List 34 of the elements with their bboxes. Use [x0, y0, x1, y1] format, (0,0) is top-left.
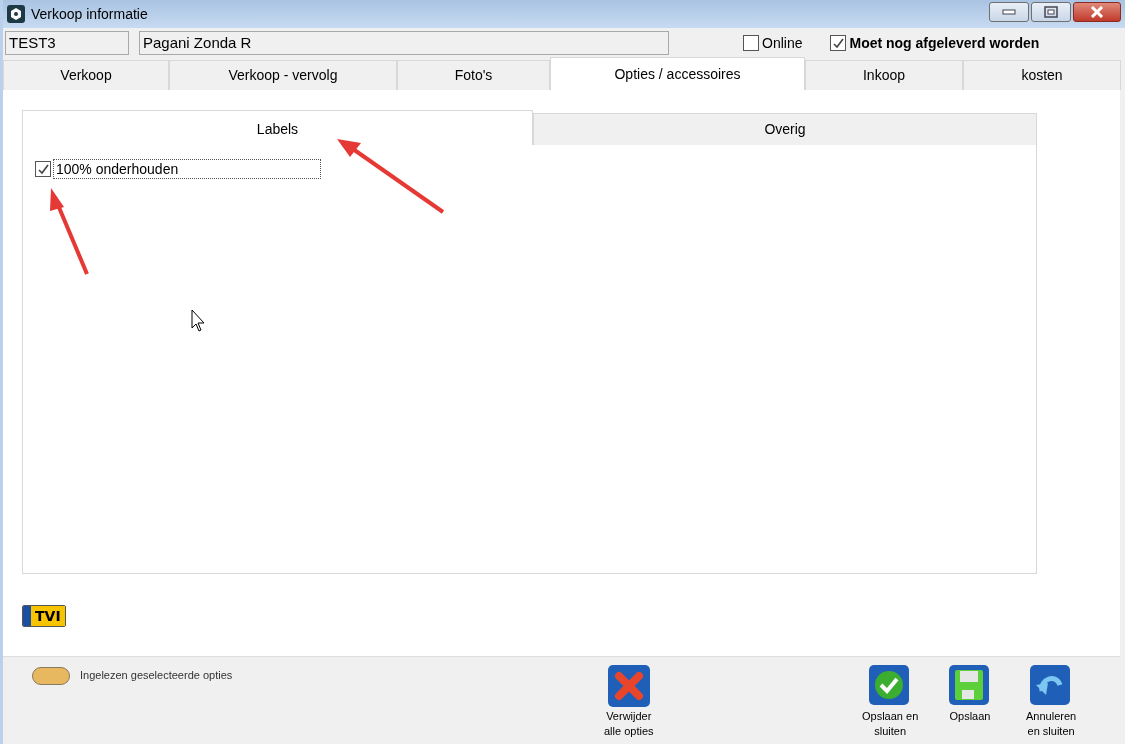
minimize-icon — [1002, 9, 1016, 15]
checkmark-icon — [869, 665, 912, 707]
minimize-button[interactable] — [989, 2, 1029, 22]
close-button[interactable] — [1073, 2, 1121, 22]
close-icon — [1090, 6, 1104, 18]
checkbox-label: Online — [762, 33, 803, 53]
code-field[interactable]: TEST3 — [5, 31, 129, 55]
tab[interactable]: Foto's — [397, 60, 550, 90]
window-title: Verkoop informatie — [31, 4, 148, 24]
legend-swatch — [32, 667, 70, 685]
tab[interactable]: Inkoop — [805, 60, 963, 90]
undo-icon — [1030, 665, 1073, 707]
tab[interactable]: Opties / accessoires — [550, 57, 805, 90]
maximize-icon — [1044, 6, 1058, 18]
tab[interactable]: kosten — [963, 60, 1121, 90]
save-button[interactable]: Opslaan — [949, 665, 991, 724]
delete-icon — [607, 665, 650, 707]
delete-button[interactable]: Verwijder alle opties — [604, 665, 654, 739]
tab[interactable]: Verkoop - vervolg — [169, 60, 397, 90]
tab[interactable]: Labels — [22, 110, 533, 145]
checkbox-label: Moet nog afgeleverd worden — [849, 33, 1040, 53]
legend-label: Ingelezen geselecteerde opties — [80, 668, 233, 683]
checkbox[interactable] — [830, 35, 847, 51]
name-field[interactable]: Pagani Zonda R — [139, 31, 669, 55]
maximize-button[interactable] — [1031, 2, 1071, 22]
checkbox[interactable] — [35, 161, 51, 177]
cancel-button[interactable]: Annuleren en sluiten — [1026, 665, 1077, 739]
tab[interactable]: Verkoop — [3, 60, 169, 90]
mouse-cursor-icon — [191, 309, 205, 332]
app-icon — [7, 5, 25, 23]
checkbox[interactable] — [743, 35, 759, 51]
license-plate-badge: TVI — [22, 605, 66, 627]
tab[interactable]: Overig — [533, 113, 1037, 145]
checkbox-label[interactable]: 100% onderhouden — [53, 159, 321, 179]
